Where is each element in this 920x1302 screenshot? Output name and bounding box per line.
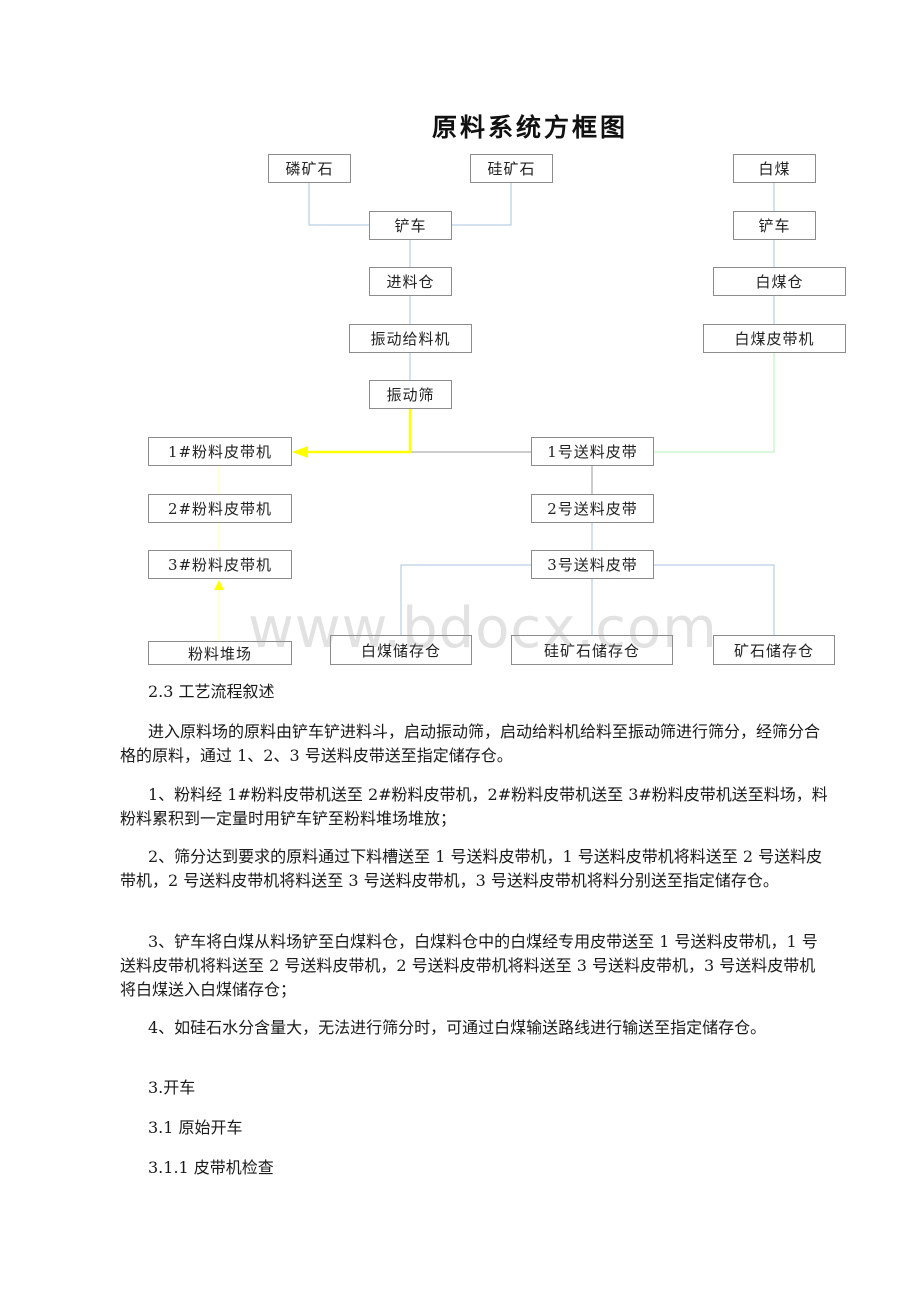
node-feed-bin: 进料仓	[369, 267, 452, 296]
paragraph-step-4: 4、如硅石水分含量大，无法进行筛分时，可通过白煤输送路线进行输送至指定储存仓。	[120, 1016, 830, 1040]
section-heading: 2.3 工艺流程叙述	[148, 682, 275, 701]
arrow-to-powderbelt3	[214, 580, 224, 590]
paragraph-text: 2、筛分达到要求的原料通过下料槽送至 1 号送料皮带机，1 号送料皮带机将料送至…	[120, 847, 823, 890]
paragraph-step-1: 1、粉料经 1#粉料皮带机送至 2#粉料皮带机，2#粉料皮带机送至 3#粉料皮带…	[120, 783, 830, 831]
node-powder-belt-1: 1#粉料皮带机	[148, 437, 292, 466]
node-silica-ore: 硅矿石	[470, 154, 553, 183]
node-white-coal-bin: 白煤仓	[713, 267, 846, 296]
diagram-title: 原料系统方框图	[431, 113, 628, 142]
node-vibrating-feeder: 振动给料机	[349, 324, 472, 353]
node-ore-storage: 矿石储存仓	[713, 635, 835, 665]
line-screen-to-powderbelt1	[305, 409, 412, 454]
paragraph-step-3: 3、铲车将白煤从料场铲至白煤料仓，白煤料仓中的白煤经专用皮带送至 1 号送料皮带…	[120, 930, 830, 1002]
flow-diagram: 原料系统方框图 磷矿石 硅矿石 白煤 铲车 铲车 进料仓 白煤仓 振动给料机 白…	[0, 0, 920, 680]
paragraph-step-2: 2、筛分达到要求的原料通过下料槽送至 1 号送料皮带机，1 号送料皮带机将料送至…	[120, 845, 830, 893]
node-white-coal-belt: 白煤皮带机	[703, 324, 846, 353]
heading-3-1: 3.1 原始开车	[148, 1118, 243, 1137]
node-loader-right: 铲车	[733, 211, 816, 240]
node-phosphate-ore: 磷矿石	[268, 154, 351, 183]
node-loader-left: 铲车	[369, 211, 452, 240]
node-powder-belt-2: 2#粉料皮带机	[148, 494, 292, 523]
node-feed-belt-2: 2号送料皮带	[531, 494, 654, 523]
line-silica-to-loader	[451, 182, 512, 226]
paragraph-text: 进入原料场的原料由铲车铲进料斗，启动振动筛，启动给料机给料至振动筛进行筛分，经筛…	[120, 722, 821, 765]
paragraph-text: 1、粉料经 1#粉料皮带机送至 2#粉料皮带机，2#粉料皮带机送至 3#粉料皮带…	[120, 785, 828, 828]
watermark: www.bdocx.com	[248, 596, 718, 661]
node-vibrating-screen: 振动筛	[369, 380, 452, 409]
heading-3: 3.开车	[148, 1078, 196, 1097]
node-powder-belt-3: 3#粉料皮带机	[148, 550, 292, 579]
heading-3-1-1: 3.1.1 皮带机检查	[148, 1158, 274, 1177]
node-feed-belt-1: 1号送料皮带	[531, 437, 654, 466]
line-phosphate-to-loader	[308, 182, 369, 226]
paragraph-text: 3、铲车将白煤从料场铲至白煤料仓，白煤料仓中的白煤经专用皮带送至 1 号送料皮带…	[120, 932, 818, 999]
arrow-to-powderbelt1	[292, 446, 308, 458]
paragraph-text: 4、如硅石水分含量大，无法进行筛分时，可通过白煤输送路线进行输送至指定储存仓。	[148, 1018, 767, 1037]
node-white-coal: 白煤	[733, 154, 816, 183]
node-feed-belt-3: 3号送料皮带	[531, 550, 654, 579]
line-coalbelt-to-feedbelt1	[653, 352, 775, 453]
paragraph-intro: 进入原料场的原料由铲车铲进料斗，启动振动筛，启动给料机给料至振动筛进行筛分，经筛…	[120, 720, 830, 768]
